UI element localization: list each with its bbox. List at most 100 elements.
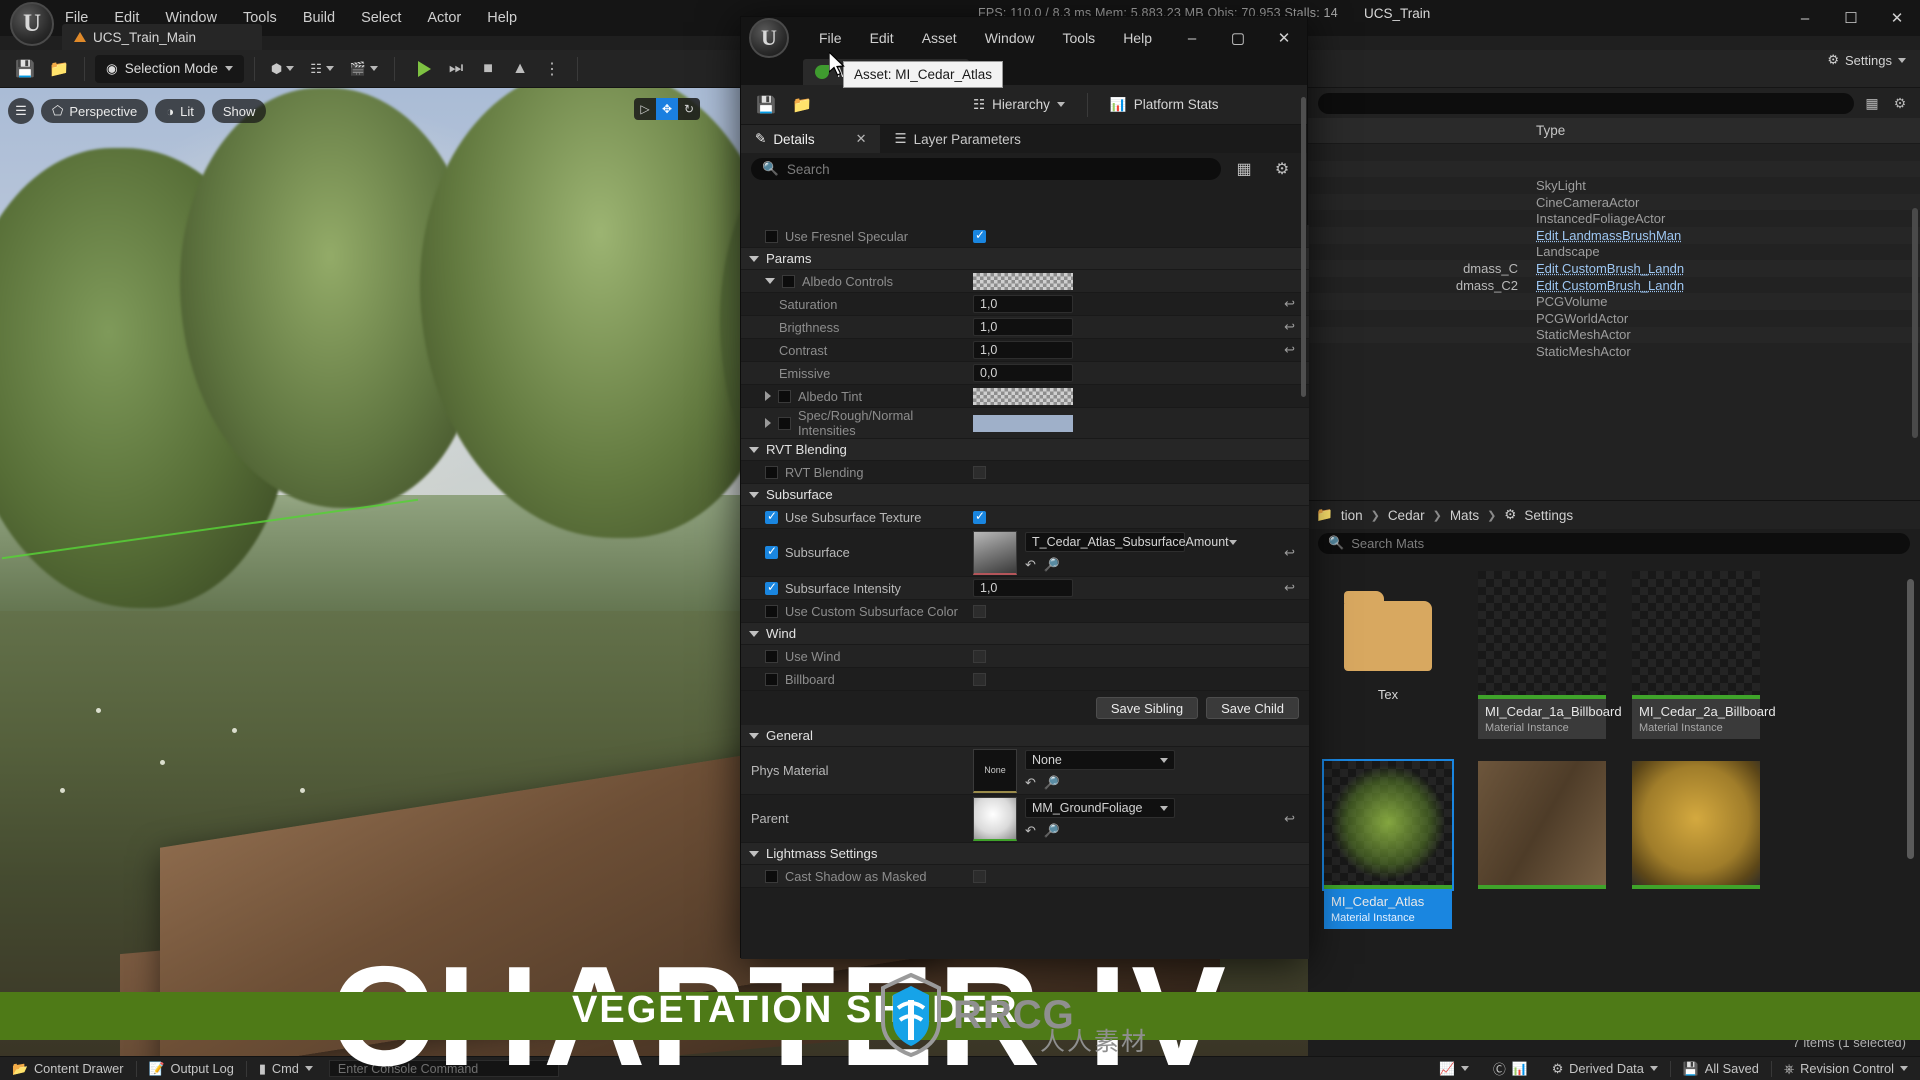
property-enable-checkbox[interactable] — [765, 465, 778, 479]
save-icon[interactable]: 💾 — [10, 55, 40, 83]
property-row[interactable]: Emissive 0,0 — [741, 362, 1309, 385]
content-search-input[interactable]: 🔍 Search Mats — [1318, 532, 1910, 554]
save-sibling-button[interactable]: Save Sibling — [1095, 697, 1199, 719]
outliner-row[interactable]: PCGVolume — [1308, 293, 1920, 310]
show-button[interactable]: Show — [211, 99, 267, 123]
menu-build[interactable]: Build — [290, 4, 348, 32]
property-row[interactable]: Subsurface T_Cedar_Atlas_SubsurfaceAmount… — [741, 529, 1309, 577]
property-asset-dropdown[interactable]: MM_GroundFoliage — [1025, 798, 1175, 818]
content-asset-tile[interactable]: MI_Cedar_Atlas Material Instance — [1322, 759, 1454, 929]
property-value-checkbox[interactable] — [973, 869, 986, 883]
property-asset-dropdown[interactable]: T_Cedar_Atlas_SubsurfaceAmount — [1025, 532, 1237, 552]
gear-icon[interactable]: ⚙ — [1267, 155, 1297, 183]
tab-layer-parameters[interactable]: ☰ Layer Parameters — [880, 125, 1034, 153]
property-enable-checkbox[interactable] — [765, 672, 778, 686]
property-number-input[interactable]: 1,0 — [973, 318, 1073, 336]
skip-icon[interactable]: ⏭ — [441, 55, 471, 83]
console-command-input[interactable]: Enter Console Command — [328, 1060, 559, 1077]
property-section-header[interactable]: Params — [741, 248, 1309, 270]
chart-stats-button[interactable]: 📈 — [1427, 1057, 1481, 1080]
content-asset-tile[interactable]: MI_Cedar_1a_Billboard Material Instance — [1478, 571, 1622, 739]
content-asset-tile[interactable] — [1478, 761, 1606, 929]
property-asset-dropdown[interactable]: None — [1025, 750, 1175, 770]
menu-help[interactable]: Help — [474, 4, 530, 32]
reset-to-default-icon[interactable]: ↩ — [1284, 296, 1295, 312]
close-button[interactable]: ✕ — [1261, 17, 1307, 59]
property-enable-checkbox[interactable] — [765, 509, 778, 524]
settings-button[interactable]: ⚙ Settings — [1827, 52, 1906, 68]
property-row[interactable]: Use Custom Subsurface Color — [741, 600, 1309, 623]
content-asset-tile[interactable] — [1632, 761, 1760, 929]
property-row[interactable]: Use Wind — [741, 645, 1309, 668]
use-selected-asset-icon[interactable]: ↶ — [1025, 557, 1036, 573]
property-section-header[interactable]: Wind — [741, 623, 1309, 645]
outliner-row[interactable]: dmass_C Edit CustomBrush_Landn — [1308, 260, 1920, 277]
property-enable-checkbox[interactable] — [778, 389, 791, 403]
property-color-swatch[interactable] — [973, 272, 1073, 290]
outliner-row[interactable]: StaticMeshActor — [1308, 343, 1920, 360]
revision-control-button[interactable]: ⎈ Revision Control — [1772, 1057, 1920, 1080]
outliner-row[interactable]: StaticMeshActor — [1308, 326, 1920, 344]
property-row[interactable]: Billboard — [741, 668, 1309, 691]
property-number-input[interactable]: 1,0 — [973, 341, 1073, 359]
property-row[interactable]: Saturation 1,0 ↩ — [741, 293, 1309, 316]
outliner-row-type[interactable]: Edit CustomBrush_Landn — [1526, 261, 1920, 276]
menu-tools[interactable]: Tools — [1049, 25, 1110, 51]
close-button[interactable]: ✕ — [1874, 0, 1920, 36]
outliner-row[interactable]: PCGWorldActor — [1308, 310, 1920, 327]
browse-to-asset-icon[interactable]: 🔎 — [1044, 775, 1060, 791]
chevron-right-icon[interactable] — [765, 391, 771, 401]
outliner-row[interactable]: CineCameraActor — [1308, 193, 1920, 211]
property-asset-thumbnail[interactable]: None — [973, 748, 1017, 793]
reset-to-default-icon[interactable]: ↩ — [1284, 319, 1295, 335]
unreal-logo-icon[interactable]: U — [749, 18, 789, 58]
outliner-row[interactable]: InstancedFoliageActor — [1308, 210, 1920, 227]
menu-actor[interactable]: Actor — [414, 4, 474, 32]
maximize-button[interactable]: ☐ — [1828, 0, 1874, 36]
add-actor-button[interactable]: ⬢ — [265, 55, 300, 83]
property-color-swatch[interactable] — [973, 387, 1073, 405]
outliner-scrollbar[interactable] — [1912, 208, 1918, 438]
outliner-row[interactable] — [1308, 144, 1920, 161]
property-row[interactable]: Albedo Controls — [741, 270, 1309, 293]
chevron-down-icon[interactable] — [765, 278, 775, 284]
property-value-checkbox[interactable] — [973, 604, 986, 618]
breadcrumb-item-2[interactable]: Mats — [1450, 508, 1479, 523]
property-section-header[interactable]: General — [741, 725, 1309, 747]
property-enable-checkbox[interactable] — [765, 580, 778, 595]
move-tool-icon[interactable]: ✥ — [656, 98, 678, 120]
outliner-row[interactable]: dmass_C2 Edit CustomBrush_Landn — [1308, 277, 1920, 294]
outliner-row[interactable]: Landscape — [1308, 244, 1920, 261]
property-row[interactable]: Albedo Tint — [741, 385, 1309, 408]
property-enable-checkbox[interactable] — [765, 229, 778, 243]
source-status-button[interactable]: Ⓒ 📊 — [1481, 1057, 1540, 1080]
reset-to-default-icon[interactable]: ↩ — [1284, 545, 1295, 561]
outliner-col-type[interactable]: Type — [1526, 123, 1920, 138]
property-enable-checkbox[interactable] — [765, 649, 778, 663]
content-folder-tile[interactable]: Tex — [1324, 571, 1452, 739]
selection-mode-button[interactable]: ◉ Selection Mode — [95, 54, 244, 83]
reset-to-default-icon[interactable]: ↩ — [1284, 580, 1295, 596]
use-selected-asset-icon[interactable]: ↶ — [1025, 775, 1036, 791]
property-row[interactable]: Brigthness 1,0 ↩ — [741, 316, 1309, 339]
property-asset-thumbnail[interactable] — [973, 796, 1017, 841]
outliner-row[interactable]: SkyLight — [1308, 177, 1920, 194]
property-number-input[interactable]: 0,0 — [973, 364, 1073, 382]
outliner-row[interactable]: Edit LandmassBrushMan — [1308, 226, 1920, 244]
chevron-right-icon[interactable] — [765, 418, 771, 428]
property-row[interactable]: Cast Shadow as Masked — [741, 865, 1309, 888]
property-value-checkbox[interactable] — [973, 649, 986, 663]
property-row[interactable]: RVT Blending — [741, 461, 1309, 484]
browse-to-asset-icon[interactable]: 🔎 — [1044, 557, 1060, 573]
property-section-header[interactable]: Lightmass Settings — [741, 843, 1309, 865]
property-row[interactable]: Use Fresnel Specular — [741, 225, 1309, 248]
table-view-icon[interactable]: ▦ — [1229, 155, 1259, 183]
property-enable-checkbox[interactable] — [765, 604, 778, 618]
property-number-input[interactable]: 1,0 — [973, 295, 1073, 313]
property-value-checkbox[interactable] — [973, 228, 986, 243]
level-tab[interactable]: UCS_Train_Main — [62, 24, 262, 50]
stop-icon[interactable]: ■ — [473, 55, 503, 83]
property-row[interactable]: Parent MM_GroundFoliage ↶ 🔎 ↩ — [741, 795, 1309, 843]
use-selected-asset-icon[interactable]: ↶ — [1025, 823, 1036, 839]
property-row[interactable]: Phys Material None None ↶ 🔎 — [741, 747, 1309, 795]
